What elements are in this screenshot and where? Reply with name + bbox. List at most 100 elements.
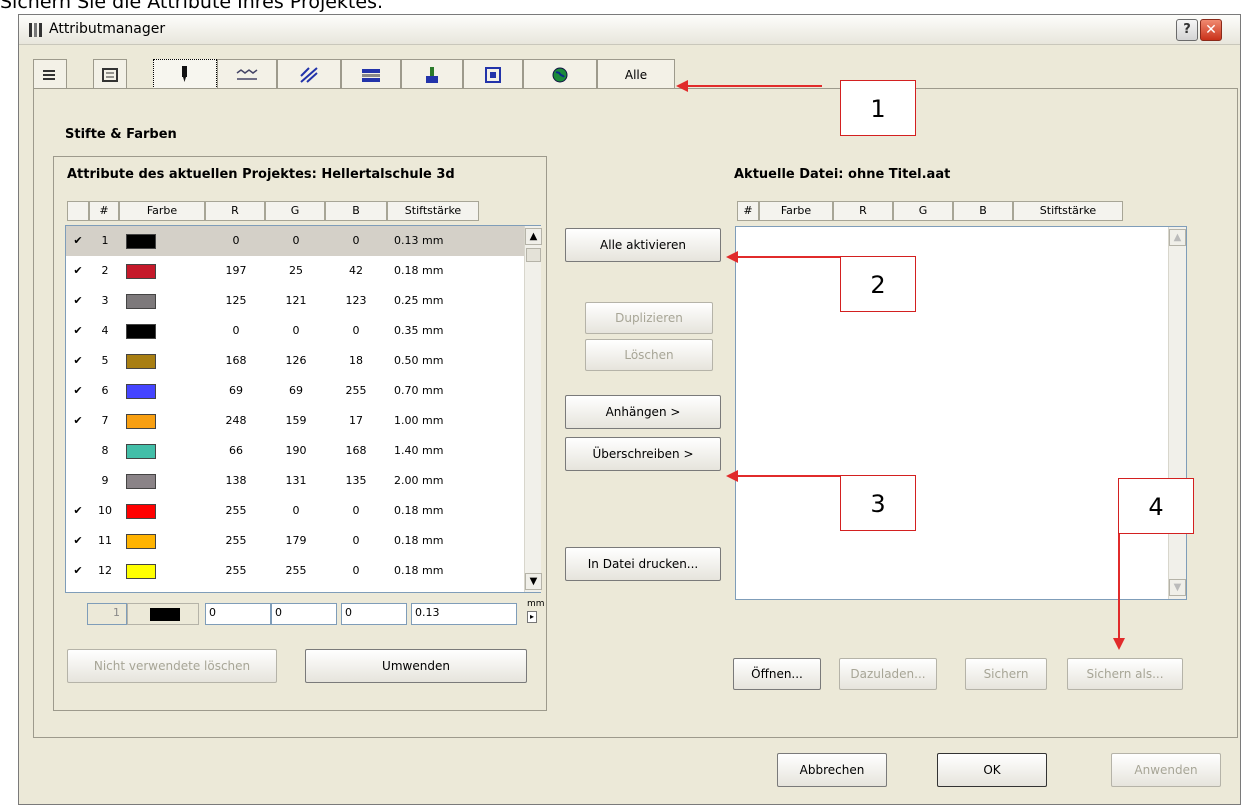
save-as-button[interactable]: Sichern als... (1067, 658, 1183, 690)
edit-b-field[interactable]: 0 (341, 603, 407, 625)
list-item[interactable]: ✔ 12 255 255 0 0.18 mm (66, 556, 524, 586)
tab-layers[interactable] (33, 59, 67, 89)
ok-button[interactable]: OK (937, 753, 1047, 787)
row-check-icon: ✔ (73, 534, 83, 547)
color-swatch[interactable] (126, 534, 156, 549)
list-item[interactable]: ✔ 2 197 25 42 0.18 mm (66, 256, 524, 286)
green-value: 25 (289, 264, 303, 277)
file-scroll-up-button[interactable]: ▲ (1169, 229, 1186, 246)
apply-button[interactable]: Anwenden (1111, 753, 1221, 787)
close-button[interactable]: ✕ (1200, 19, 1222, 41)
red-value: 255 (225, 534, 247, 547)
color-swatch[interactable] (126, 324, 156, 339)
tab-composites[interactable] (341, 59, 401, 89)
delete-button[interactable]: Löschen (585, 339, 713, 371)
edit-pen-weight-field[interactable]: 0.13 (411, 603, 517, 625)
right-col-header-pen-weight[interactable]: Stiftstärke (1013, 201, 1123, 221)
file-list-scrollbar[interactable]: ▲ ▼ (1168, 227, 1186, 599)
edit-unit-label: mm (527, 599, 545, 609)
scroll-up-button[interactable]: ▲ (525, 228, 542, 245)
apply-transform-button[interactable]: Umwenden (305, 649, 527, 683)
open-button[interactable]: Öffnen... (733, 658, 821, 690)
edit-color-well[interactable] (127, 603, 199, 625)
pen-number: 4 (101, 324, 109, 337)
col-header-check[interactable] (67, 201, 89, 221)
activate-all-button[interactable]: Alle aktivieren (565, 228, 721, 262)
scroll-down-button[interactable]: ▼ (525, 573, 542, 590)
right-col-header-g[interactable]: G (893, 201, 953, 221)
right-col-header-color[interactable]: Farbe (759, 201, 833, 221)
list-item[interactable]: 8 66 190 168 1.40 mm (66, 436, 524, 466)
scroll-thumb[interactable] (526, 248, 541, 262)
edit-g-field[interactable]: 0 (271, 603, 337, 625)
col-header-pen-weight[interactable]: Stiftstärke (387, 201, 479, 221)
right-col-header-num[interactable]: # (737, 201, 759, 221)
cancel-button[interactable]: Abbrechen (777, 753, 887, 787)
color-swatch[interactable] (126, 474, 156, 489)
edit-r-field[interactable]: 0 (205, 603, 271, 625)
reload-button[interactable]: Dazuladen... (839, 658, 937, 690)
right-col-header-b[interactable]: B (953, 201, 1013, 221)
pen-number: 10 (98, 504, 112, 517)
list-item[interactable]: ✔ 10 255 0 0 0.18 mm (66, 496, 524, 526)
pen-weight: 1.00 mm (394, 414, 444, 427)
print-to-file-button[interactable]: In Datei drucken... (565, 547, 721, 581)
blue-value: 255 (345, 384, 367, 397)
list-item[interactable]: 9 138 131 135 2.00 mm (66, 466, 524, 496)
tab-all[interactable]: Alle (597, 59, 675, 89)
color-swatch[interactable] (126, 294, 156, 309)
color-swatch[interactable] (126, 384, 156, 399)
delete-unused-button[interactable]: Nicht verwendete löschen (67, 649, 277, 683)
tab-layer-combinations[interactable] (93, 59, 127, 89)
color-swatch[interactable] (126, 504, 156, 519)
green-value: 159 (285, 414, 307, 427)
current-file-title: Aktuelle Datei: ohne Titel.aat (734, 167, 951, 182)
color-swatch[interactable] (126, 234, 156, 249)
overwrite-button[interactable]: Überschreiben > (565, 437, 721, 471)
red-value: 125 (225, 294, 247, 307)
list-item[interactable]: ✔ 3 125 121 123 0.25 mm (66, 286, 524, 316)
row-check-icon: ✔ (73, 294, 83, 307)
color-swatch[interactable] (126, 264, 156, 279)
tab-line-types[interactable] (217, 59, 277, 89)
list-item[interactable]: ✔ 1 0 0 0 0.13 mm (66, 226, 524, 256)
col-header-b[interactable]: B (325, 201, 387, 221)
color-swatch[interactable] (126, 354, 156, 369)
tab-zones[interactable] (463, 59, 523, 89)
col-header-g[interactable]: G (265, 201, 325, 221)
col-header-color[interactable]: Farbe (119, 201, 205, 221)
col-header-num[interactable]: # (89, 201, 119, 221)
help-button[interactable]: ? (1176, 19, 1198, 41)
row-check-icon: ✔ (73, 234, 83, 247)
red-value: 66 (229, 444, 243, 457)
list-item[interactable]: ✔ 7 248 159 17 1.00 mm (66, 406, 524, 436)
color-swatch[interactable] (126, 414, 156, 429)
pen-list[interactable]: ✔ 1 0 0 0 0.13 mm ✔ 2 197 25 42 0.18 mm ✔ 3 125 121 123 0… (65, 225, 542, 593)
pen-weight: 0.70 mm (394, 384, 444, 397)
file-scroll-down-button[interactable]: ▼ (1169, 579, 1186, 596)
unit-stepper[interactable]: ▸ (527, 611, 537, 623)
tab-fill-types[interactable] (277, 59, 341, 89)
list-item[interactable]: ✔ 11 255 179 0 0.18 mm (66, 526, 524, 556)
color-swatch[interactable] (126, 444, 156, 459)
color-swatch[interactable] (126, 564, 156, 579)
col-header-r[interactable]: R (205, 201, 265, 221)
append-button[interactable]: Anhängen > (565, 395, 721, 429)
chevron-down-icon: ▼ (529, 576, 538, 587)
list-item[interactable]: ✔ 4 0 0 0 0.35 mm (66, 316, 524, 346)
pen-list-scrollbar[interactable]: ▲ ▼ (524, 226, 542, 592)
row-check-icon: ✔ (73, 414, 83, 427)
right-col-header-r[interactable]: R (833, 201, 893, 221)
blue-value: 0 (352, 534, 360, 547)
blue-value: 0 (352, 324, 360, 337)
tab-city[interactable] (523, 59, 597, 89)
list-item[interactable]: ✔ 6 69 69 255 0.70 mm (66, 376, 524, 406)
save-button[interactable]: Sichern (965, 658, 1047, 690)
green-value: 121 (285, 294, 307, 307)
callout-3: 3 (840, 475, 916, 531)
list-item[interactable]: ✔ 5 168 126 18 0.50 mm (66, 346, 524, 376)
green-value: 179 (285, 534, 307, 547)
duplicate-button[interactable]: Duplizieren (585, 302, 713, 334)
tab-materials[interactable] (401, 59, 463, 89)
tab-pens[interactable] (153, 59, 217, 89)
